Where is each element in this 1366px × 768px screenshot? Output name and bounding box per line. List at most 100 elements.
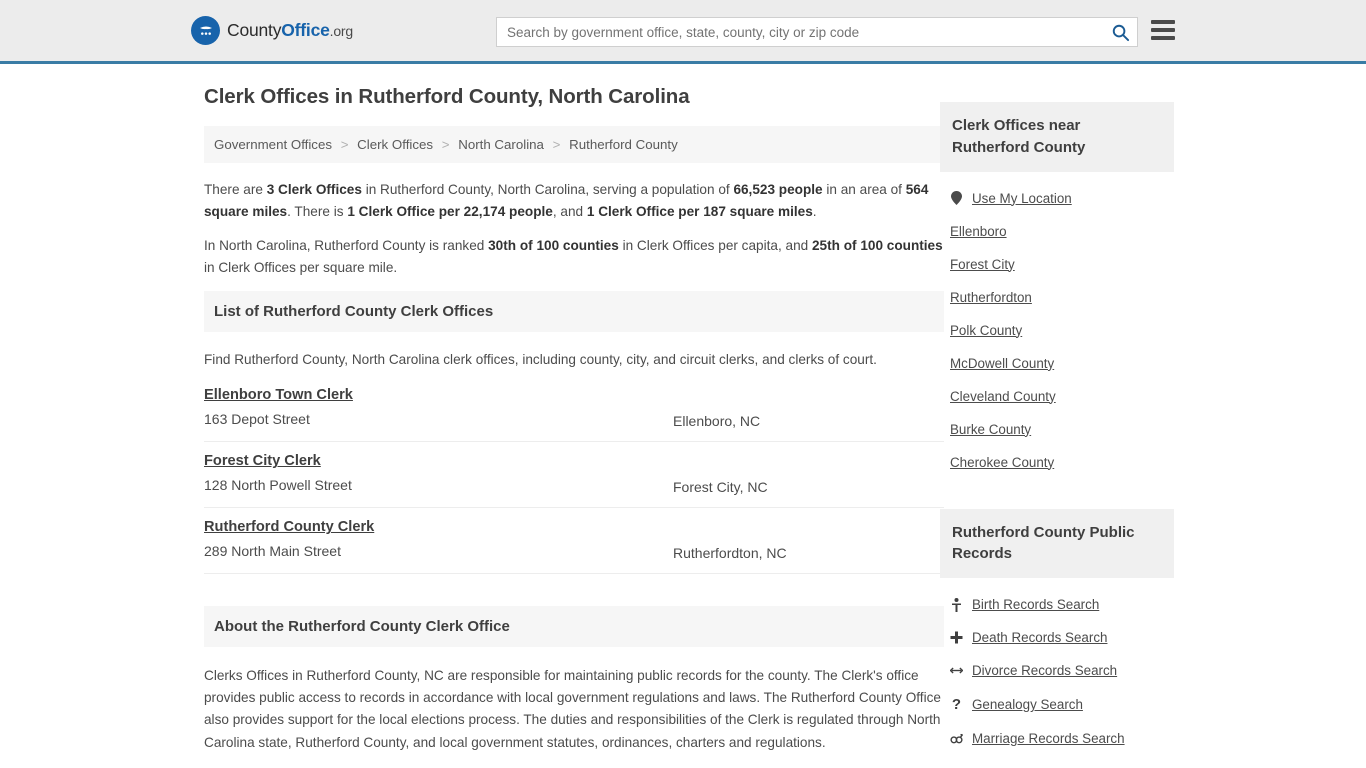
office-list-item[interactable]: Ellenboro Town Clerk 163 Depot Street El… xyxy=(204,376,944,443)
sidebar-item-mcdowell-county[interactable]: McDowell County xyxy=(940,347,1174,380)
sidebar-item-polk-county[interactable]: Polk County xyxy=(940,314,1174,347)
breadcrumb-separator-icon: > xyxy=(340,137,349,152)
hamburger-bar xyxy=(1151,36,1175,40)
logo-text-county: County xyxy=(227,20,282,40)
stat-population: 66,523 people xyxy=(733,182,823,197)
office-city-state: Rutherfordton, NC xyxy=(673,545,787,562)
stat-office-count: 3 Clerk Offices xyxy=(266,182,362,197)
stat-text: . xyxy=(812,204,817,220)
stat-text: in Rutherford County, North Carolina, se… xyxy=(361,182,734,197)
site-logo[interactable]: CountyOffice.org xyxy=(191,16,353,45)
sidebar-link-label[interactable]: Birth Records Search xyxy=(972,597,1099,612)
nearby-section-heading: Clerk Offices near Rutherford County xyxy=(940,102,1174,172)
sidebar-item-rutherfordton[interactable]: Rutherfordton xyxy=(940,281,1174,314)
breadcrumb: Government Offices > Clerk Offices > Nor… xyxy=(204,126,944,163)
sidebar-link-label[interactable]: Marriage Records Search xyxy=(972,731,1125,746)
list-section-heading: List of Rutherford County Clerk Offices xyxy=(204,291,944,333)
sidebar-link-label[interactable]: Use My Location xyxy=(972,191,1072,206)
stat-text: , and xyxy=(552,204,587,220)
sidebar-link-label[interactable]: Polk County xyxy=(950,323,1022,338)
sidebar-item-birth-records-search[interactable]: Birth Records Search xyxy=(940,588,1174,621)
sidebar-link-label[interactable]: Burke County xyxy=(950,422,1031,437)
hamburger-bar xyxy=(1151,28,1175,32)
office-city-state: Forest City, NC xyxy=(673,479,768,496)
sidebar-item-burke-county[interactable]: Burke County xyxy=(940,413,1174,446)
sidebar-item-death-records-search[interactable]: Death Records Search xyxy=(940,621,1174,654)
sidebar-link-label[interactable]: Cleveland County xyxy=(950,389,1056,404)
stat-text: in Clerk Offices per capita, and xyxy=(618,238,812,254)
sidebar-link-label[interactable]: Cherokee County xyxy=(950,455,1054,470)
stat-text: in Clerk Offices per square mile. xyxy=(204,260,398,276)
sidebar-item-genealogy-search[interactable]: ? Genealogy Search xyxy=(940,687,1174,722)
sidebar-link-label[interactable]: Genealogy Search xyxy=(972,697,1083,712)
sidebar-link-label[interactable]: Ellenboro xyxy=(950,224,1007,239)
breadcrumb-item-government-offices[interactable]: Government Offices xyxy=(214,137,332,152)
search-input[interactable] xyxy=(497,18,1103,46)
baby-icon xyxy=(950,597,963,612)
hamburger-bar xyxy=(1151,20,1175,24)
male-female-icon xyxy=(950,733,963,745)
logo-text-office: Office xyxy=(281,20,330,40)
public-records-block: Rutherford County Public Records Birth R… xyxy=(940,508,1174,756)
office-address: 289 North Main Street xyxy=(204,543,341,560)
sidebar: Clerk Offices near Rutherford County Use… xyxy=(940,64,1174,755)
page-body: Clerk Offices in Rutherford County, Nort… xyxy=(0,64,1366,768)
sidebar-item-cherokee-county[interactable]: Cherokee County xyxy=(940,446,1174,479)
stat-text: . There is xyxy=(287,204,348,220)
sidebar-link-label[interactable]: Divorce Records Search xyxy=(972,663,1117,678)
sidebar-item-cleveland-county[interactable]: Cleveland County xyxy=(940,380,1174,413)
logo-text-org: .org xyxy=(329,23,354,39)
office-name-link[interactable]: Ellenboro Town Clerk xyxy=(204,387,353,403)
about-section-body: Clerks Offices in Rutherford County, NC … xyxy=(204,647,944,768)
statistics-paragraph-rankings: In North Carolina, Rutherford County is … xyxy=(204,235,944,279)
hamburger-menu-icon[interactable] xyxy=(1151,20,1175,40)
county-statistics: There are 3 Clerk Offices in Rutherford … xyxy=(204,163,944,279)
sidebar-item-forest-city[interactable]: Forest City xyxy=(940,248,1174,281)
list-section-description: Find Rutherford County, North Carolina c… xyxy=(204,352,877,368)
page-title: Clerk Offices in Rutherford County, Nort… xyxy=(204,85,690,108)
site-header: CountyOffice.org xyxy=(0,0,1366,64)
map-pin-icon xyxy=(950,191,963,205)
sidebar-link-label[interactable]: McDowell County xyxy=(950,356,1054,371)
stat-text: in an area of xyxy=(822,182,906,197)
about-paragraph: Clerks Offices in Rutherford County, NC … xyxy=(204,668,941,750)
sidebar-link-label[interactable]: Forest City xyxy=(950,257,1015,272)
eagle-seal-icon xyxy=(191,16,220,45)
breadcrumb-item-north-carolina[interactable]: North Carolina xyxy=(458,137,544,152)
arrows-split-icon xyxy=(950,665,963,676)
cross-icon xyxy=(950,631,963,644)
office-name-link[interactable]: Rutherford County Clerk xyxy=(204,519,374,535)
about-section-heading: About the Rutherford County Clerk Office xyxy=(204,606,944,648)
office-list-item[interactable]: Rutherford County Clerk 289 North Main S… xyxy=(204,508,944,575)
sidebar-link-label[interactable]: Death Records Search xyxy=(972,630,1107,645)
sidebar-item-marriage-records-search[interactable]: Marriage Records Search xyxy=(940,722,1174,755)
search-button[interactable] xyxy=(1103,18,1137,46)
stat-per-capita: 1 Clerk Office per 22,174 people xyxy=(347,204,553,220)
search-icon xyxy=(1112,24,1129,41)
breadcrumb-item-rutherford-county[interactable]: Rutherford County xyxy=(569,137,678,152)
records-section-heading: Rutherford County Public Records xyxy=(940,508,1174,578)
sidebar-item-divorce-records-search[interactable]: Divorce Records Search xyxy=(940,654,1174,687)
logo-text: CountyOffice.org xyxy=(227,20,353,41)
main-content: Clerk Offices in Rutherford County, Nort… xyxy=(204,64,944,768)
sidebar-link-label[interactable]: Rutherfordton xyxy=(950,290,1032,305)
search-bar[interactable] xyxy=(496,17,1138,47)
question-mark-icon: ? xyxy=(951,696,962,713)
sidebar-item-use-my-location[interactable]: Use My Location xyxy=(940,182,1174,215)
stat-text: In North Carolina, Rutherford County is … xyxy=(204,238,489,254)
stat-per-area: 1 Clerk Office per 187 square miles xyxy=(586,204,813,220)
stat-rank-per-capita: 30th of 100 counties xyxy=(488,238,619,254)
stat-text: There are xyxy=(204,182,267,197)
office-address: 128 North Powell Street xyxy=(204,477,352,494)
office-city-state: Ellenboro, NC xyxy=(673,413,761,430)
breadcrumb-separator-icon: > xyxy=(552,137,561,152)
office-name-link[interactable]: Forest City Clerk xyxy=(204,453,321,469)
breadcrumb-separator-icon: > xyxy=(441,137,450,152)
statistics-paragraph-counts: There are 3 Clerk Offices in Rutherford … xyxy=(204,179,944,223)
sidebar-item-ellenboro[interactable]: Ellenboro xyxy=(940,215,1174,248)
office-list-item[interactable]: Forest City Clerk 128 North Powell Stree… xyxy=(204,442,944,509)
public-records-list: Birth Records Search Death Records Searc… xyxy=(940,578,1174,755)
breadcrumb-item-clerk-offices[interactable]: Clerk Offices xyxy=(357,137,433,152)
office-address: 163 Depot Street xyxy=(204,411,310,428)
stat-rank-per-square-mile: 25th of 100 counties xyxy=(811,238,943,254)
